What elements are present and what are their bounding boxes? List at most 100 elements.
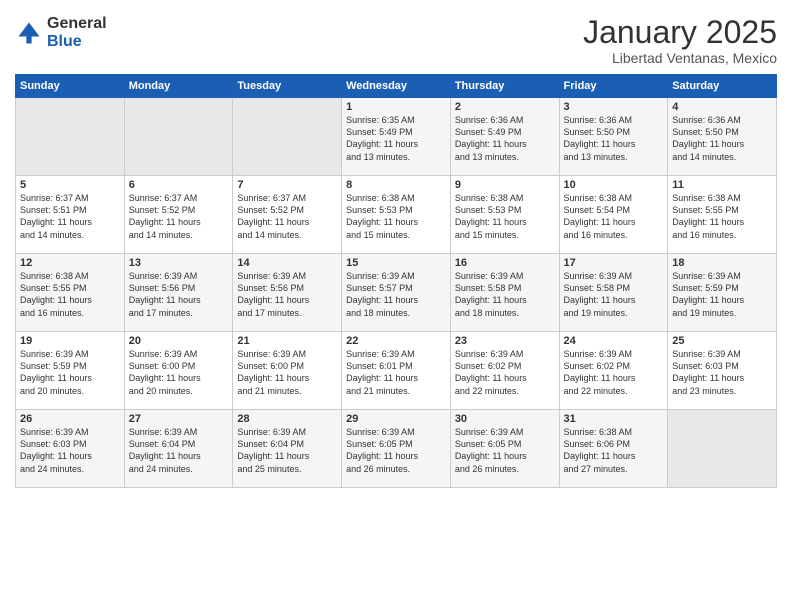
day-number: 13 xyxy=(129,257,229,269)
calendar-cell: 13Sunrise: 6:39 AM Sunset: 5:56 PM Dayli… xyxy=(124,254,233,332)
day-number: 10 xyxy=(564,179,664,191)
calendar-cell: 1Sunrise: 6:35 AM Sunset: 5:49 PM Daylig… xyxy=(342,98,451,176)
day-number: 20 xyxy=(129,335,229,347)
calendar-row-1: 5Sunrise: 6:37 AM Sunset: 5:51 PM Daylig… xyxy=(16,176,777,254)
calendar-table: Sunday Monday Tuesday Wednesday Thursday… xyxy=(15,74,777,488)
calendar-cell xyxy=(233,98,342,176)
calendar-cell: 23Sunrise: 6:39 AM Sunset: 6:02 PM Dayli… xyxy=(450,332,559,410)
day-number: 24 xyxy=(564,335,664,347)
day-number: 14 xyxy=(237,257,337,269)
day-number: 5 xyxy=(20,179,120,191)
calendar-cell: 31Sunrise: 6:38 AM Sunset: 6:06 PM Dayli… xyxy=(559,410,668,488)
day-info: Sunrise: 6:39 AM Sunset: 6:04 PM Dayligh… xyxy=(237,426,337,475)
day-info: Sunrise: 6:38 AM Sunset: 5:55 PM Dayligh… xyxy=(672,192,772,241)
day-number: 26 xyxy=(20,413,120,425)
calendar-cell: 28Sunrise: 6:39 AM Sunset: 6:04 PM Dayli… xyxy=(233,410,342,488)
day-number: 25 xyxy=(672,335,772,347)
day-number: 31 xyxy=(564,413,664,425)
calendar-cell: 10Sunrise: 6:38 AM Sunset: 5:54 PM Dayli… xyxy=(559,176,668,254)
header-row: Sunday Monday Tuesday Wednesday Thursday… xyxy=(16,75,777,98)
calendar-cell: 17Sunrise: 6:39 AM Sunset: 5:58 PM Dayli… xyxy=(559,254,668,332)
logo: General Blue xyxy=(15,15,107,50)
page: General Blue January 2025 Libertad Venta… xyxy=(0,0,792,612)
day-info: Sunrise: 6:37 AM Sunset: 5:51 PM Dayligh… xyxy=(20,192,120,241)
day-info: Sunrise: 6:39 AM Sunset: 6:00 PM Dayligh… xyxy=(129,348,229,397)
col-tuesday: Tuesday xyxy=(233,75,342,98)
calendar-cell: 7Sunrise: 6:37 AM Sunset: 5:52 PM Daylig… xyxy=(233,176,342,254)
col-thursday: Thursday xyxy=(450,75,559,98)
logo-blue: Blue xyxy=(47,33,107,51)
logo-text: General Blue xyxy=(47,15,107,50)
calendar-cell: 3Sunrise: 6:36 AM Sunset: 5:50 PM Daylig… xyxy=(559,98,668,176)
day-info: Sunrise: 6:37 AM Sunset: 5:52 PM Dayligh… xyxy=(237,192,337,241)
calendar-cell: 2Sunrise: 6:36 AM Sunset: 5:49 PM Daylig… xyxy=(450,98,559,176)
calendar-cell: 25Sunrise: 6:39 AM Sunset: 6:03 PM Dayli… xyxy=(668,332,777,410)
calendar-row-2: 12Sunrise: 6:38 AM Sunset: 5:55 PM Dayli… xyxy=(16,254,777,332)
day-info: Sunrise: 6:39 AM Sunset: 6:04 PM Dayligh… xyxy=(129,426,229,475)
col-friday: Friday xyxy=(559,75,668,98)
day-info: Sunrise: 6:39 AM Sunset: 6:03 PM Dayligh… xyxy=(672,348,772,397)
day-number: 9 xyxy=(455,179,555,191)
day-info: Sunrise: 6:36 AM Sunset: 5:50 PM Dayligh… xyxy=(672,114,772,163)
day-info: Sunrise: 6:39 AM Sunset: 6:02 PM Dayligh… xyxy=(455,348,555,397)
col-wednesday: Wednesday xyxy=(342,75,451,98)
calendar-cell: 6Sunrise: 6:37 AM Sunset: 5:52 PM Daylig… xyxy=(124,176,233,254)
day-info: Sunrise: 6:38 AM Sunset: 6:06 PM Dayligh… xyxy=(564,426,664,475)
calendar-cell: 11Sunrise: 6:38 AM Sunset: 5:55 PM Dayli… xyxy=(668,176,777,254)
logo-general: General xyxy=(47,15,107,33)
day-number: 19 xyxy=(20,335,120,347)
calendar-cell: 22Sunrise: 6:39 AM Sunset: 6:01 PM Dayli… xyxy=(342,332,451,410)
calendar-cell: 26Sunrise: 6:39 AM Sunset: 6:03 PM Dayli… xyxy=(16,410,125,488)
month-title: January 2025 xyxy=(583,15,777,50)
day-number: 11 xyxy=(672,179,772,191)
subtitle: Libertad Ventanas, Mexico xyxy=(583,50,777,66)
day-number: 27 xyxy=(129,413,229,425)
day-number: 7 xyxy=(237,179,337,191)
calendar-cell xyxy=(668,410,777,488)
day-number: 17 xyxy=(564,257,664,269)
day-number: 22 xyxy=(346,335,446,347)
day-info: Sunrise: 6:39 AM Sunset: 6:05 PM Dayligh… xyxy=(346,426,446,475)
day-info: Sunrise: 6:39 AM Sunset: 6:01 PM Dayligh… xyxy=(346,348,446,397)
calendar-cell: 29Sunrise: 6:39 AM Sunset: 6:05 PM Dayli… xyxy=(342,410,451,488)
calendar-cell xyxy=(16,98,125,176)
day-number: 18 xyxy=(672,257,772,269)
day-number: 1 xyxy=(346,101,446,113)
calendar-cell xyxy=(124,98,233,176)
calendar-cell: 16Sunrise: 6:39 AM Sunset: 5:58 PM Dayli… xyxy=(450,254,559,332)
calendar-cell: 8Sunrise: 6:38 AM Sunset: 5:53 PM Daylig… xyxy=(342,176,451,254)
day-info: Sunrise: 6:35 AM Sunset: 5:49 PM Dayligh… xyxy=(346,114,446,163)
day-number: 16 xyxy=(455,257,555,269)
col-sunday: Sunday xyxy=(16,75,125,98)
day-number: 15 xyxy=(346,257,446,269)
day-info: Sunrise: 6:39 AM Sunset: 5:56 PM Dayligh… xyxy=(237,270,337,319)
day-info: Sunrise: 6:38 AM Sunset: 5:54 PM Dayligh… xyxy=(564,192,664,241)
day-number: 23 xyxy=(455,335,555,347)
day-info: Sunrise: 6:36 AM Sunset: 5:50 PM Dayligh… xyxy=(564,114,664,163)
day-number: 6 xyxy=(129,179,229,191)
calendar-cell: 18Sunrise: 6:39 AM Sunset: 5:59 PM Dayli… xyxy=(668,254,777,332)
calendar-cell: 24Sunrise: 6:39 AM Sunset: 6:02 PM Dayli… xyxy=(559,332,668,410)
day-info: Sunrise: 6:39 AM Sunset: 5:57 PM Dayligh… xyxy=(346,270,446,319)
calendar-cell: 21Sunrise: 6:39 AM Sunset: 6:00 PM Dayli… xyxy=(233,332,342,410)
calendar-cell: 27Sunrise: 6:39 AM Sunset: 6:04 PM Dayli… xyxy=(124,410,233,488)
day-info: Sunrise: 6:39 AM Sunset: 5:59 PM Dayligh… xyxy=(20,348,120,397)
calendar-cell: 9Sunrise: 6:38 AM Sunset: 5:53 PM Daylig… xyxy=(450,176,559,254)
day-info: Sunrise: 6:38 AM Sunset: 5:53 PM Dayligh… xyxy=(346,192,446,241)
calendar-cell: 20Sunrise: 6:39 AM Sunset: 6:00 PM Dayli… xyxy=(124,332,233,410)
day-info: Sunrise: 6:39 AM Sunset: 6:00 PM Dayligh… xyxy=(237,348,337,397)
day-number: 4 xyxy=(672,101,772,113)
day-info: Sunrise: 6:38 AM Sunset: 5:53 PM Dayligh… xyxy=(455,192,555,241)
calendar-cell: 4Sunrise: 6:36 AM Sunset: 5:50 PM Daylig… xyxy=(668,98,777,176)
calendar-cell: 5Sunrise: 6:37 AM Sunset: 5:51 PM Daylig… xyxy=(16,176,125,254)
calendar-row-0: 1Sunrise: 6:35 AM Sunset: 5:49 PM Daylig… xyxy=(16,98,777,176)
logo-icon xyxy=(15,19,43,47)
calendar-row-3: 19Sunrise: 6:39 AM Sunset: 5:59 PM Dayli… xyxy=(16,332,777,410)
col-monday: Monday xyxy=(124,75,233,98)
day-info: Sunrise: 6:39 AM Sunset: 6:02 PM Dayligh… xyxy=(564,348,664,397)
day-info: Sunrise: 6:36 AM Sunset: 5:49 PM Dayligh… xyxy=(455,114,555,163)
day-info: Sunrise: 6:38 AM Sunset: 5:55 PM Dayligh… xyxy=(20,270,120,319)
day-info: Sunrise: 6:39 AM Sunset: 5:59 PM Dayligh… xyxy=(672,270,772,319)
calendar-cell: 15Sunrise: 6:39 AM Sunset: 5:57 PM Dayli… xyxy=(342,254,451,332)
day-info: Sunrise: 6:39 AM Sunset: 5:58 PM Dayligh… xyxy=(455,270,555,319)
